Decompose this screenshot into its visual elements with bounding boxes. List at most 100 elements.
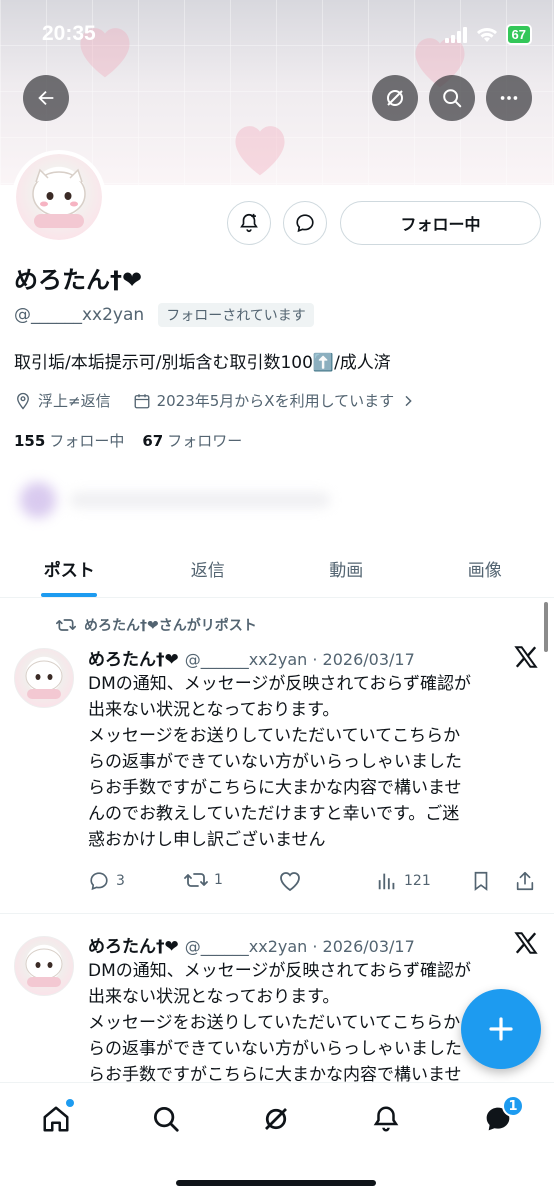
notifications-subscribe-button[interactable] bbox=[227, 201, 271, 245]
followers-count: 67 bbox=[142, 432, 164, 450]
location-text: 浮上≠返信 bbox=[38, 392, 111, 410]
profile-avatar[interactable] bbox=[12, 150, 106, 244]
nav-home[interactable] bbox=[34, 1097, 78, 1141]
search-button[interactable] bbox=[429, 75, 475, 121]
tab-videos[interactable]: 動画 bbox=[277, 540, 416, 597]
nav-grok[interactable] bbox=[254, 1097, 298, 1141]
following-count: 155 bbox=[14, 432, 46, 450]
chat-bubble-icon bbox=[296, 214, 314, 233]
post-text-line: んのでお教えしていただけますと幸いです。ご迷 bbox=[88, 804, 460, 824]
bookmark-icon bbox=[474, 871, 488, 891]
x-logo-icon bbox=[514, 932, 538, 954]
joined-date[interactable]: 2023年5月からXを利用しています bbox=[157, 390, 395, 411]
calendar-icon bbox=[134, 393, 150, 408]
wifi-icon bbox=[476, 27, 497, 42]
follow-stats: 155 フォロー中 67 フォロワー bbox=[14, 430, 242, 451]
bell-icon bbox=[373, 1106, 399, 1132]
followers-link[interactable]: 67 フォロワー bbox=[142, 430, 242, 451]
bell-plus-icon bbox=[240, 213, 258, 233]
home-icon bbox=[43, 1106, 69, 1132]
following-button[interactable]: フォロー中 bbox=[340, 201, 541, 245]
nav-messages[interactable]: 1 bbox=[476, 1095, 524, 1141]
post-header: めろたん†❤ @______xx2yan · 2026/03/17 bbox=[88, 932, 415, 957]
status-icons: 67 bbox=[444, 24, 532, 45]
bookmark-button[interactable] bbox=[470, 870, 492, 892]
tab-posts[interactable]: ポスト bbox=[0, 540, 139, 597]
repost-label: めろたん†❤さんがリポスト bbox=[84, 618, 257, 634]
post-header: めろたん†❤ @______xx2yan · 2026/03/17 bbox=[88, 645, 415, 670]
blurred-avatars-image bbox=[20, 482, 330, 518]
post-body[interactable]: DMの通知、メッセージが反映されておらず確認が 出来ない状況となっております。 … bbox=[88, 671, 544, 853]
post-divider bbox=[0, 913, 554, 914]
reply-count: 3 bbox=[116, 873, 125, 889]
grok-button[interactable] bbox=[372, 75, 418, 121]
grok-icon bbox=[265, 1108, 287, 1130]
blurred-followers-preview bbox=[14, 478, 344, 522]
followers-label: フォロワー bbox=[167, 432, 243, 450]
bar-chart-icon bbox=[378, 873, 395, 890]
post-text-line: DMの通知、メッセージが反映されておらず確認が bbox=[88, 674, 472, 694]
signal-icon bbox=[444, 26, 467, 43]
location-pin-icon bbox=[17, 392, 29, 410]
following-link[interactable]: 155 フォロー中 bbox=[14, 430, 124, 451]
post-text-line: らの返事ができていない方がいらっしゃいました bbox=[88, 752, 462, 772]
post-author-name[interactable]: めろたん†❤ bbox=[88, 645, 179, 670]
post-meta: @______xx2yan · 2026/03/17 bbox=[184, 937, 415, 956]
battery-indicator: 67 bbox=[505, 24, 532, 45]
chevron-right-icon bbox=[405, 395, 412, 406]
display-name: めろたん†❤ bbox=[14, 266, 143, 294]
home-indicator[interactable] bbox=[176, 1180, 376, 1186]
arrow-left-icon bbox=[38, 90, 54, 106]
nav-search[interactable] bbox=[144, 1097, 188, 1141]
tab-images[interactable]: 画像 bbox=[416, 540, 554, 597]
more-options-button[interactable] bbox=[486, 75, 532, 121]
following-label: フォロー中 bbox=[49, 432, 125, 450]
repost-icon bbox=[56, 619, 76, 631]
post-avatar[interactable] bbox=[14, 648, 74, 708]
username: @______xx2yan bbox=[14, 305, 145, 325]
back-button[interactable] bbox=[23, 75, 69, 121]
heart-decoration-icon bbox=[235, 126, 285, 176]
nav-notifications[interactable] bbox=[364, 1097, 408, 1141]
post-meta: @______xx2yan · 2026/03/17 bbox=[184, 650, 415, 669]
heart-icon bbox=[280, 872, 300, 892]
status-bar: 20:35 67 bbox=[0, 0, 554, 60]
scrollbar[interactable] bbox=[544, 602, 548, 652]
post-text-line: 惑おかけし申し訳ございません bbox=[88, 830, 326, 850]
cat-character-icon bbox=[25, 660, 63, 699]
compose-post-button[interactable] bbox=[461, 989, 541, 1069]
search-icon bbox=[154, 1107, 179, 1132]
repost-button[interactable]: 1 bbox=[184, 870, 223, 890]
post-text-line: メッセージをお送りしていただいていてこちらか bbox=[88, 726, 461, 746]
tab-replies[interactable]: 返信 bbox=[139, 540, 278, 597]
cat-character-icon bbox=[25, 948, 63, 987]
message-button[interactable] bbox=[283, 201, 327, 245]
share-icon bbox=[516, 871, 534, 891]
profile-tabs: ポスト 返信 動画 画像 bbox=[0, 540, 554, 598]
search-icon bbox=[443, 89, 462, 108]
profile-meta: 浮上≠返信 2023年5月からXを利用しています bbox=[14, 390, 416, 411]
post-author-name[interactable]: めろたん†❤ bbox=[88, 932, 179, 957]
reply-icon bbox=[90, 872, 108, 891]
follows-you-badge: フォローされています bbox=[158, 303, 314, 327]
plus-icon bbox=[489, 1017, 513, 1041]
post-text-line: DMの通知、メッセージが反映されておらず確認が bbox=[88, 961, 472, 981]
avatar-image bbox=[16, 154, 102, 240]
grok-icon bbox=[387, 90, 403, 106]
profile-bio: 取引垢/本垢提示可/別垢含む取引数100⬆️/成人済 bbox=[14, 353, 391, 373]
like-button[interactable] bbox=[278, 870, 302, 892]
post-text-line: 出来ない状況となっております。 bbox=[88, 700, 340, 720]
views-button[interactable]: 121 bbox=[376, 870, 431, 892]
home-notification-dot bbox=[66, 1099, 74, 1107]
repost-icon bbox=[184, 873, 208, 887]
reply-button[interactable]: 3 bbox=[88, 870, 125, 892]
x-logo-icon bbox=[514, 646, 538, 668]
view-count: 121 bbox=[404, 873, 431, 889]
more-horizontal-icon bbox=[500, 96, 518, 100]
post-avatar[interactable] bbox=[14, 936, 74, 996]
repost-indicator: めろたん†❤さんがリポスト bbox=[56, 615, 257, 635]
messages-badge: 1 bbox=[502, 1095, 524, 1117]
share-button[interactable] bbox=[514, 870, 536, 892]
post-text-line: らお手数ですがこちらに大まかな内容で構いませ bbox=[88, 1065, 462, 1082]
repost-count: 1 bbox=[214, 872, 223, 888]
